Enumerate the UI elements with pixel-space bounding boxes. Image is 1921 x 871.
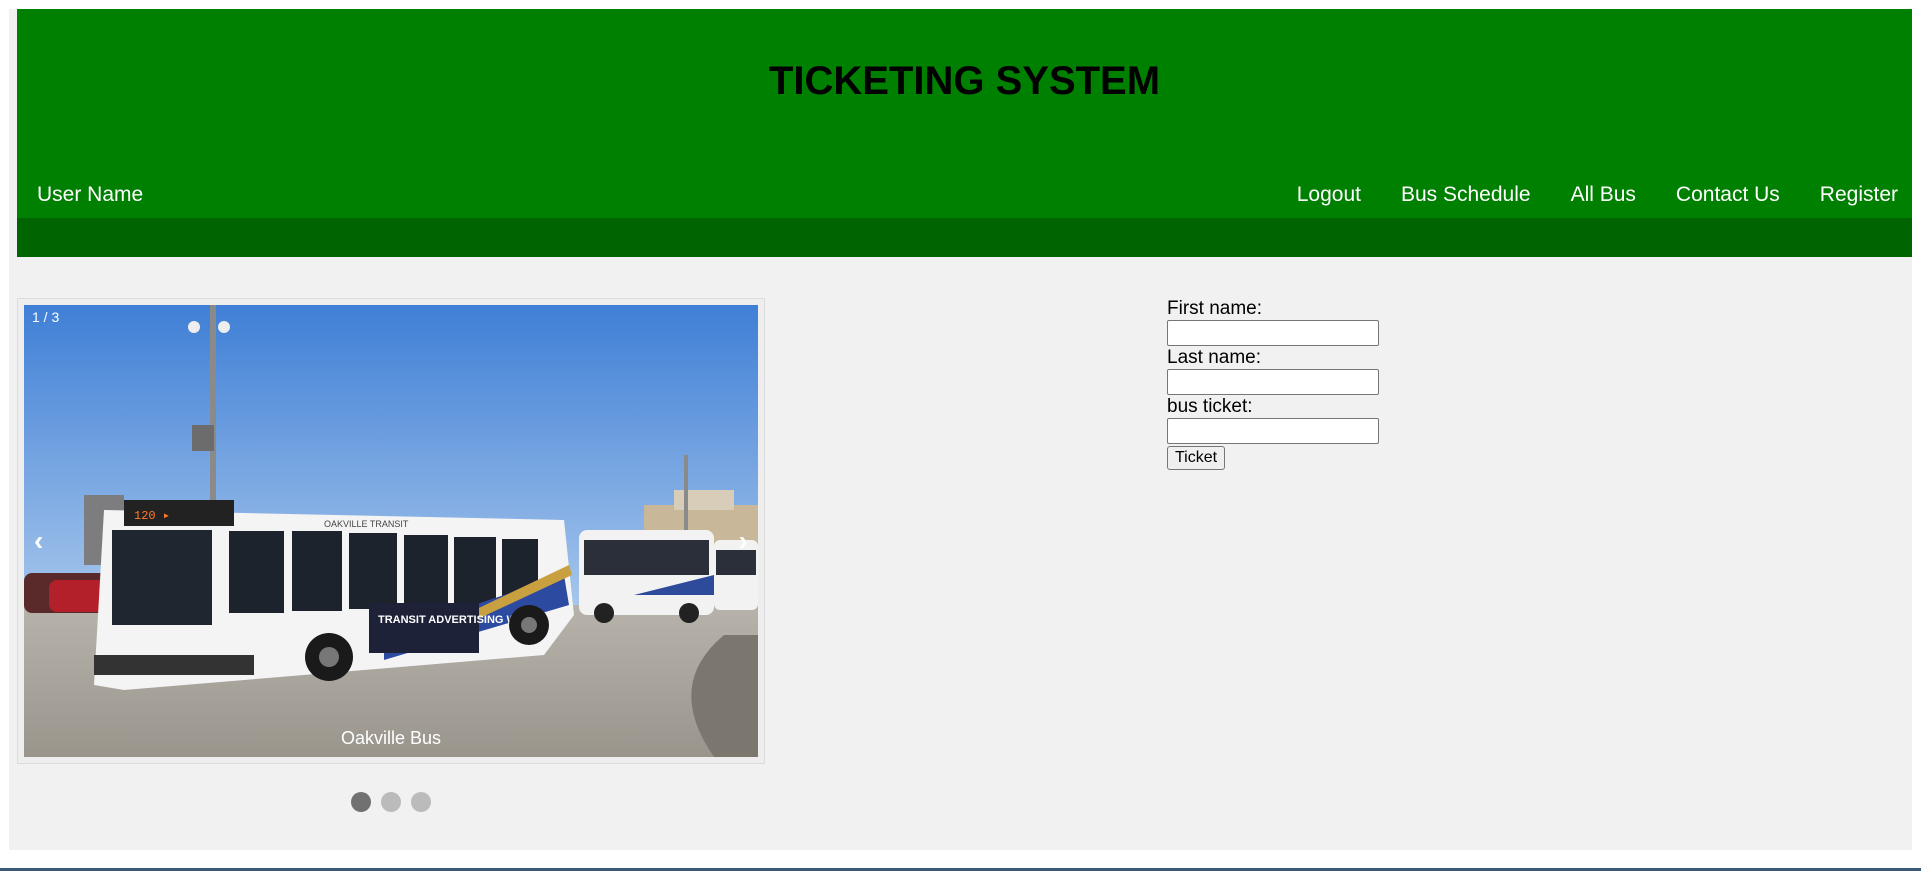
slide-dot-2[interactable]	[381, 792, 401, 812]
svg-text:120 ▸: 120 ▸	[134, 509, 170, 523]
first-name-label: First name:	[1167, 298, 1263, 319]
next-slide-icon[interactable]: ›	[739, 525, 748, 557]
bus-ticket-field[interactable]	[1167, 418, 1379, 444]
slide-number: 1 / 3	[32, 309, 60, 325]
nav-contact-us[interactable]: Contact Us	[1676, 183, 1780, 207]
slide-dot-1[interactable]	[351, 792, 371, 812]
slideshow: 120 ▸ TRANSIT ADVERTISING WORKS OAKVILLE…	[17, 298, 765, 764]
navbar: User Name Logout Bus Schedule All Bus Co…	[17, 169, 1912, 225]
prev-slide-icon[interactable]: ‹	[34, 525, 43, 557]
ticket-form: First name: Last name: bus ticket: Ticke…	[1167, 298, 1379, 470]
nav-logout[interactable]: Logout	[1297, 183, 1361, 207]
page: TICKETING SYSTEM User Name Logout Bus Sc…	[9, 9, 1912, 850]
slide-image: 120 ▸ TRANSIT ADVERTISING WORKS OAKVILLE…	[24, 305, 758, 757]
nav-links: Logout Bus Schedule All Bus Contact Us R…	[1257, 183, 1898, 207]
header: TICKETING SYSTEM User Name Logout Bus Sc…	[17, 9, 1912, 257]
header-subbar	[17, 218, 1912, 257]
last-name-field[interactable]	[1167, 369, 1379, 395]
ticket-button[interactable]: Ticket	[1167, 446, 1226, 470]
nav-all-bus[interactable]: All Bus	[1571, 183, 1636, 207]
first-name-field[interactable]	[1167, 320, 1379, 346]
slide-dots	[351, 792, 431, 812]
bus-signage-text: OAKVILLE TRANSIT	[324, 519, 409, 529]
bus-ticket-label: bus ticket:	[1167, 396, 1253, 417]
slide-caption: Oakville Bus	[340, 728, 442, 748]
user-name: User Name	[37, 183, 144, 206]
nav-register[interactable]: Register	[1820, 183, 1898, 207]
last-name-label: Last name:	[1167, 347, 1261, 368]
slide-dot-3[interactable]	[411, 792, 431, 812]
nav-bus-schedule[interactable]: Bus Schedule	[1401, 183, 1531, 207]
page-title: TICKETING SYSTEM	[768, 59, 1161, 103]
bus-photo: 120 ▸ TRANSIT ADVERTISING WORKS OAKVILLE…	[24, 305, 758, 757]
